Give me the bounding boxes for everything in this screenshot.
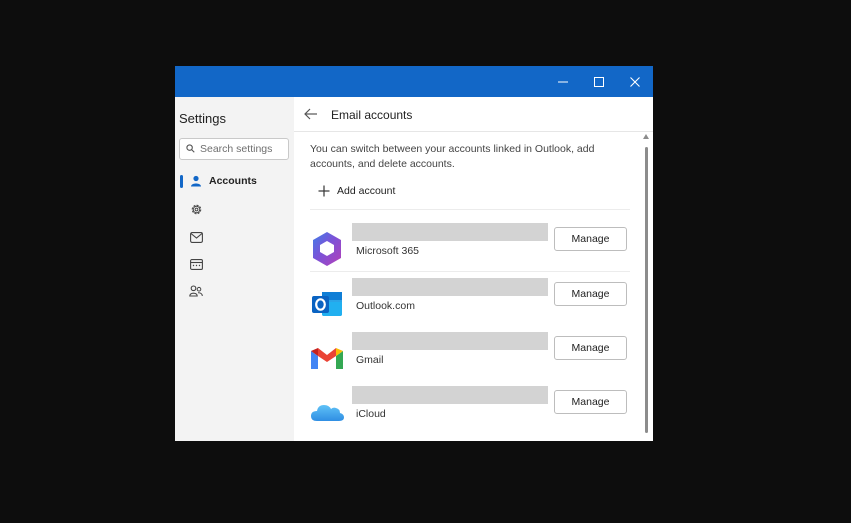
mail-icon [189, 230, 203, 244]
email-address-redacted [352, 386, 548, 404]
sidebar-title: Settings [179, 111, 226, 126]
minimize-icon [558, 81, 568, 82]
maximize-button[interactable] [581, 66, 617, 97]
sidebar: Settings Accounts [175, 97, 294, 441]
active-indicator [180, 175, 183, 188]
minimize-button[interactable] [545, 66, 581, 97]
sidebar-item-label: Accounts [209, 175, 257, 187]
page-description: You can switch between your accounts lin… [310, 143, 595, 170]
sidebar-item-calendar[interactable] [179, 252, 289, 276]
gmail-icon [309, 340, 345, 376]
back-button[interactable] [304, 107, 318, 125]
gear-icon [189, 202, 203, 216]
manage-button[interactable]: Manage [554, 336, 627, 360]
page-header: Email accounts [294, 97, 653, 132]
sidebar-item-mail[interactable] [179, 225, 289, 249]
settings-window: Settings Accounts [175, 66, 653, 441]
people-icon [189, 284, 203, 298]
sidebar-item-accounts[interactable]: Accounts [179, 169, 289, 193]
page-title: Email accounts [331, 108, 413, 122]
calendar-icon [189, 257, 203, 271]
account-name: Microsoft 365 [356, 245, 420, 257]
account-name: iCloud [356, 408, 386, 420]
search-box[interactable] [179, 138, 289, 160]
divider [310, 209, 630, 210]
scrollbar-thumb[interactable] [645, 147, 648, 433]
email-address-redacted [352, 223, 548, 241]
main-panel: Email accounts You can switch between yo… [294, 97, 653, 441]
add-account-label: Add account [337, 185, 396, 197]
outlook-icon [309, 286, 345, 322]
maximize-icon [594, 76, 604, 87]
account-row-outlook: Outlook.com Manage [294, 272, 639, 326]
email-address-redacted [352, 332, 548, 350]
account-row-gmail: Gmail Manage [294, 326, 639, 380]
sidebar-item-people[interactable] [179, 279, 289, 303]
email-address-redacted [352, 278, 548, 296]
manage-button[interactable]: Manage [554, 390, 627, 414]
account-name: Outlook.com [356, 300, 415, 312]
close-button[interactable] [617, 66, 653, 97]
search-input[interactable] [200, 141, 286, 157]
manage-button[interactable]: Manage [554, 282, 627, 306]
account-row-icloud: iCloud Manage [294, 380, 639, 434]
title-bar [175, 66, 653, 97]
search-icon [186, 144, 195, 153]
manage-button[interactable]: Manage [554, 227, 627, 251]
account-row-microsoft-365: Microsoft 365 Manage [294, 217, 639, 271]
microsoft-365-icon [309, 231, 345, 267]
plus-icon [318, 185, 330, 197]
close-icon [630, 76, 640, 87]
sidebar-item-general[interactable] [179, 197, 289, 221]
add-account-button[interactable]: Add account [318, 185, 395, 197]
back-arrow-icon [304, 108, 317, 120]
account-name: Gmail [356, 354, 384, 366]
icloud-icon [309, 394, 345, 430]
scroll-up-arrow-icon[interactable] [643, 134, 649, 139]
person-icon [189, 174, 203, 188]
